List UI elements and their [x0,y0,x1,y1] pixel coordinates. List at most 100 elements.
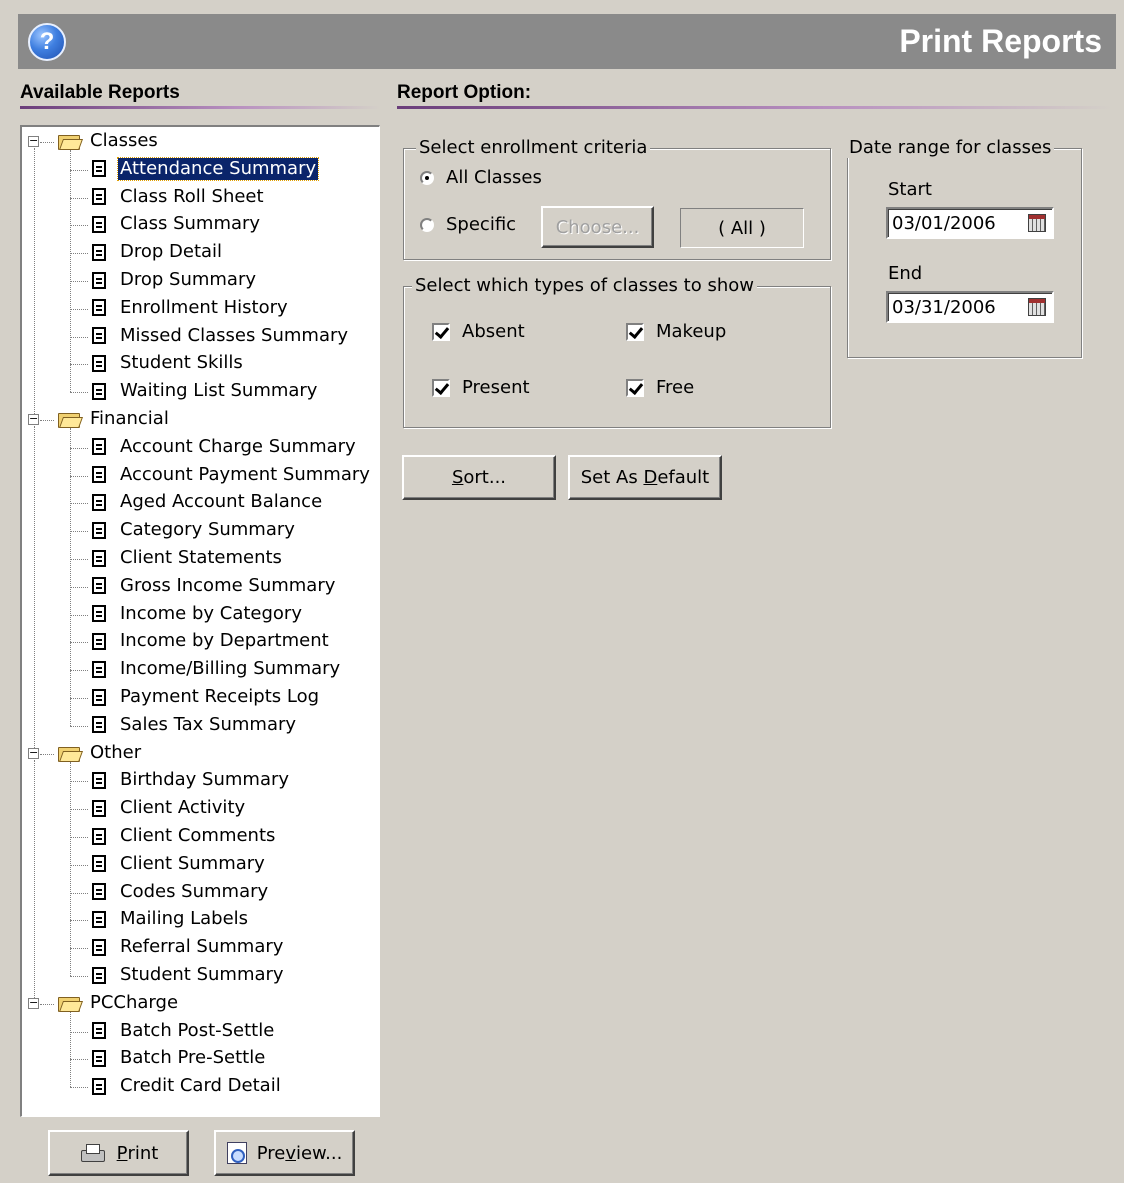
enrollment-criteria-title: Select enrollment criteria [416,137,651,158]
end-date-field[interactable]: 03/31/2006 [886,291,1054,323]
checkbox-checked-icon [432,378,450,397]
report-item[interactable]: Category Summary [92,517,297,543]
available-reports-heading: Available Reports [20,82,180,103]
report-item[interactable]: Client Statements [92,545,284,571]
report-item[interactable]: Sales Tax Summary [92,712,298,738]
report-document-icon [92,271,106,289]
start-date-field[interactable]: 03/01/2006 [886,207,1054,239]
print-button[interactable]: Print [48,1130,189,1176]
tree-connector [70,447,88,449]
report-item-label: Student Summary [120,964,284,985]
enrollment-criteria-group: Select enrollment criteria All Classes S… [403,137,831,260]
makeup-checkbox[interactable]: Makeup [626,321,726,342]
report-item[interactable]: Class Roll Sheet [92,184,266,210]
free-checkbox[interactable]: Free [626,377,694,398]
report-item[interactable]: Enrollment History [92,295,290,321]
report-item[interactable]: Account Payment Summary [92,462,372,488]
report-document-icon [92,883,106,901]
report-document-icon [92,354,106,372]
report-item[interactable]: Batch Pre-Settle [92,1045,267,1071]
present-checkbox[interactable]: Present [432,377,530,398]
sort-label-post: ort... [463,467,507,488]
report-item[interactable]: Payment Receipts Log [92,684,321,710]
tree-connector [70,725,88,727]
specific-radio[interactable]: Specific [420,214,516,235]
report-item[interactable]: Batch Post-Settle [92,1018,276,1044]
collapse-icon[interactable]: − [28,413,39,425]
tree-folder[interactable]: Financial [58,406,171,432]
collapse-icon[interactable]: − [28,135,39,147]
report-item[interactable]: Drop Detail [92,239,224,265]
tree-connector [70,308,88,310]
report-item-label: Income by Department [120,630,329,652]
report-item[interactable]: Client Comments [92,823,277,849]
help-icon[interactable]: ? [28,22,66,61]
report-item[interactable]: Student Skills [92,350,245,376]
report-item[interactable]: Class Summary [92,211,262,237]
checkbox-checked-icon [626,378,644,397]
tree-connector [70,281,88,282]
report-item-label: Drop Summary [120,269,257,290]
collapse-icon[interactable]: − [28,997,39,1009]
printer-icon [79,1144,105,1162]
report-document-icon [92,577,106,595]
report-item-label: Income by Category [120,602,302,624]
checkbox-checked-icon [626,322,644,341]
set-as-default-button[interactable]: Set As Default [568,455,722,500]
report-item[interactable]: Account Charge Summary [92,434,358,460]
tree-folder[interactable]: Classes [58,128,160,154]
end-date-value: 03/31/2006 [892,296,996,318]
tree-connector [70,336,88,338]
report-item[interactable]: Credit Card Detail [92,1073,283,1099]
report-item-label: Aged Account Balance [120,491,323,513]
tree-connector [70,503,88,505]
absent-checkbox[interactable]: Absent [432,321,525,342]
report-document-icon [92,605,106,623]
report-item[interactable]: Income by Department [92,628,331,654]
sort-button[interactable]: Sort... [402,455,556,500]
report-item[interactable]: Income/Billing Summary [92,656,342,682]
available-reports-divider [20,106,380,109]
all-classes-radio[interactable]: All Classes [420,167,542,188]
tree-connector [34,426,35,748]
report-tree[interactable]: − Classes Attendance Summary Class Roll She… [20,125,380,1117]
report-item[interactable]: Student Summary [92,962,286,988]
report-item[interactable]: Birthday Summary [92,767,291,793]
tree-connector [70,364,88,366]
report-item[interactable]: Income by Category [92,601,304,627]
report-item-label: Client Activity [120,797,246,819]
report-item[interactable]: Aged Account Balance [92,489,324,515]
default-label-pre: Set As [580,467,644,488]
enrollment-selection-display: ( All ) [680,208,804,248]
report-item[interactable]: Drop Summary [92,267,258,293]
tree-folder[interactable]: PCCharge [58,990,180,1016]
report-item[interactable]: Missed Classes Summary [92,323,350,349]
calendar-icon[interactable] [1028,298,1046,316]
report-item[interactable]: Client Summary [92,851,267,877]
preview-button[interactable]: Pre v iew... [214,1130,355,1176]
report-document-icon [92,716,106,734]
collapse-icon[interactable]: − [28,747,39,759]
preview-icon [226,1142,247,1164]
report-item-label: Category Summary [120,519,295,541]
report-document-icon [92,910,106,928]
tree-connector [70,586,88,588]
report-document-icon [92,549,106,567]
report-item[interactable]: Mailing Labels [92,906,250,932]
calendar-icon[interactable] [1028,214,1046,232]
report-item-label: Codes Summary [120,880,269,902]
report-item[interactable]: Gross Income Summary [92,573,337,599]
report-item[interactable]: Codes Summary [92,879,270,905]
report-item[interactable]: Client Activity [92,795,247,821]
choose-button[interactable]: Choose... [541,206,654,248]
report-item-label: Account Payment Summary [120,463,370,485]
tree-connector [70,225,88,227]
sort-accelerator: S [451,467,464,488]
report-item[interactable]: Referral Summary [92,934,285,960]
report-item-label: Class Roll Sheet [120,185,264,207]
report-item[interactable]: Attendance Summary [92,156,320,182]
report-document-icon [92,688,106,706]
tree-connector [70,1087,88,1089]
report-item[interactable]: Waiting List Summary [92,378,319,404]
open-folder-icon [58,411,80,428]
